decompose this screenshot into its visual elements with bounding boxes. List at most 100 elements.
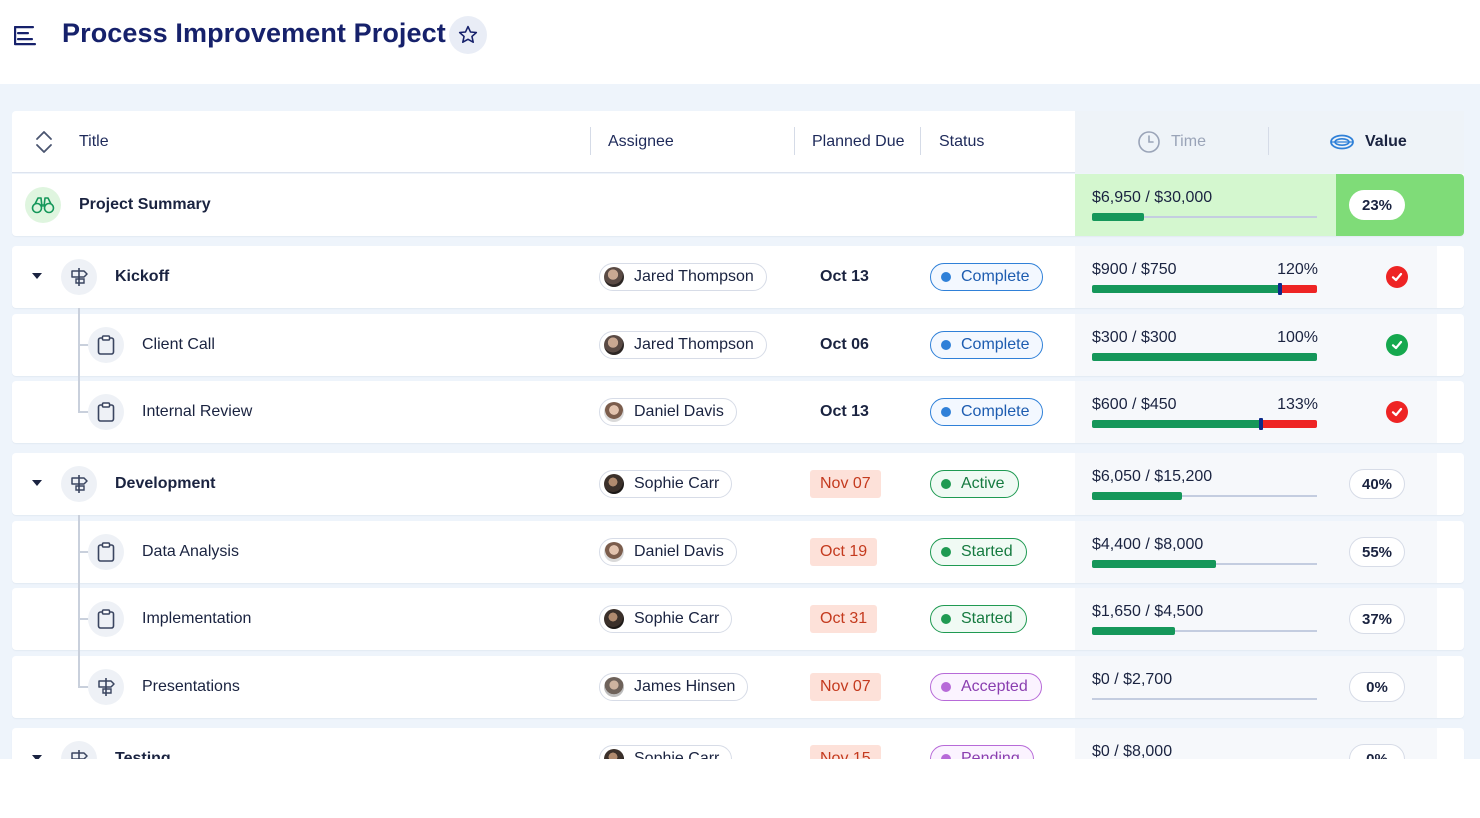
summary-progress-bar bbox=[1092, 213, 1317, 221]
status-dot-icon bbox=[941, 547, 951, 557]
value-percent-pill: 0% bbox=[1349, 744, 1405, 759]
task-row-client-call[interactable]: Client Call Jared Thompson Oct 06 Complete $… bbox=[12, 308, 1464, 378]
column-divider bbox=[794, 127, 795, 155]
status-dot-icon bbox=[941, 272, 951, 282]
task-row-presentations[interactable]: Presentations James Hinsen Nov 07 Accepted $… bbox=[12, 650, 1464, 718]
check-circle-icon bbox=[1386, 334, 1408, 356]
row-title[interactable]: Testing bbox=[115, 728, 171, 759]
assignee-chip[interactable]: Sophie Carr bbox=[599, 605, 733, 633]
status-badge[interactable]: Active bbox=[930, 470, 1019, 498]
signpost-icon bbox=[61, 466, 97, 502]
time-progress-bar bbox=[1092, 627, 1317, 635]
task-row-kickoff[interactable]: Kickoff Jared Thompson Oct 13 Complete $900 … bbox=[12, 246, 1464, 308]
avatar bbox=[604, 677, 624, 697]
column-value[interactable]: Value bbox=[1329, 111, 1407, 173]
assignee-chip[interactable]: Jared Thompson bbox=[599, 331, 767, 359]
row-title[interactable]: Data Analysis bbox=[142, 521, 239, 583]
clipboard-icon bbox=[88, 601, 124, 637]
status-badge[interactable]: Complete bbox=[930, 263, 1044, 291]
page-footer-area bbox=[0, 759, 1480, 818]
assignee-chip[interactable]: Sophie Carr bbox=[599, 470, 733, 498]
avatar bbox=[604, 749, 624, 759]
row-title[interactable]: Implementation bbox=[142, 588, 251, 650]
row-title[interactable]: Presentations bbox=[142, 656, 240, 718]
expand-toggle-icon[interactable] bbox=[32, 480, 42, 486]
assignee-name: Sophie Carr bbox=[634, 610, 720, 627]
time-sep: / bbox=[1132, 329, 1137, 346]
status-label: Started bbox=[961, 610, 1013, 627]
clipboard-icon bbox=[88, 327, 124, 363]
favorite-button[interactable] bbox=[449, 16, 487, 54]
task-row-internal-review[interactable]: Internal Review Daniel Davis Oct 13 Complet… bbox=[12, 375, 1464, 443]
time-sep: / bbox=[1132, 396, 1137, 413]
assignee-chip[interactable]: Daniel Davis bbox=[599, 398, 737, 426]
summary-amount: $6,950 bbox=[1092, 189, 1141, 206]
due-date[interactable]: Oct 13 bbox=[810, 263, 879, 291]
due-date-overdue[interactable]: Nov 15 bbox=[810, 745, 881, 759]
check-circle-icon bbox=[1386, 401, 1408, 423]
task-row-data-analysis[interactable]: Data Analysis Daniel Davis Oct 19 Started $4… bbox=[12, 515, 1464, 585]
value-percent-pill: 0% bbox=[1349, 672, 1405, 702]
assignee-chip[interactable]: Sophie Carr bbox=[599, 745, 733, 759]
status-badge[interactable]: Pending bbox=[930, 745, 1034, 759]
assignee-name: Daniel Davis bbox=[634, 403, 724, 420]
progress-fill bbox=[1092, 492, 1182, 500]
time-sep: / bbox=[1145, 536, 1150, 553]
star-icon bbox=[458, 25, 478, 44]
row-title[interactable]: Kickoff bbox=[115, 246, 169, 308]
status-badge[interactable]: Started bbox=[930, 538, 1027, 566]
time-budget: $450 bbox=[1140, 396, 1177, 413]
page-title: Process Improvement Project bbox=[62, 18, 446, 48]
status-badge[interactable]: Accepted bbox=[930, 673, 1042, 701]
time-amount: $900 bbox=[1092, 261, 1128, 278]
status-label: Accepted bbox=[961, 678, 1028, 695]
assignee-chip[interactable]: James Hinsen bbox=[599, 673, 749, 701]
column-time[interactable]: Time bbox=[1137, 111, 1206, 173]
progress-overrun bbox=[1279, 285, 1317, 293]
avatar bbox=[604, 402, 624, 422]
assignee-chip[interactable]: Daniel Davis bbox=[599, 538, 737, 566]
clipboard-icon bbox=[88, 534, 124, 570]
outline-menu-icon[interactable] bbox=[12, 22, 40, 48]
due-date-overdue[interactable]: Nov 07 bbox=[810, 673, 881, 701]
status-badge[interactable]: Complete bbox=[930, 331, 1044, 359]
task-row-development[interactable]: Development Sophie Carr Nov 07 Active $6,050… bbox=[12, 453, 1464, 515]
avatar bbox=[604, 335, 624, 355]
status-badge[interactable]: Complete bbox=[930, 398, 1044, 426]
task-row-testing[interactable]: Testing Sophie Carr Nov 15 Pending $0 / $8,0… bbox=[12, 728, 1464, 759]
top-bar: Process Improvement Project bbox=[0, 0, 1480, 84]
row-title[interactable]: Internal Review bbox=[142, 381, 252, 443]
project-summary-row[interactable]: Project Summary $6,950 / $30,000 23% bbox=[12, 174, 1464, 236]
column-planned-due[interactable]: Planned Due bbox=[812, 111, 905, 173]
time-budget: $300 bbox=[1140, 329, 1177, 346]
column-status[interactable]: Status bbox=[939, 111, 984, 173]
status-dot-icon bbox=[941, 479, 951, 489]
summary-time-text: $6,950 / $30,000 bbox=[1092, 189, 1212, 207]
assignee-chip[interactable]: Jared Thompson bbox=[599, 263, 767, 291]
sort-toggle-icon bbox=[36, 131, 52, 153]
summary-budget: $30,000 bbox=[1154, 189, 1213, 206]
due-date-overdue[interactable]: Nov 07 bbox=[810, 470, 881, 498]
column-assignee[interactable]: Assignee bbox=[608, 111, 674, 173]
summary-progress-fill bbox=[1092, 213, 1144, 221]
assignee-name: James Hinsen bbox=[634, 678, 736, 695]
due-date-overdue[interactable]: Oct 31 bbox=[810, 605, 878, 633]
due-date[interactable]: Oct 13 bbox=[810, 398, 879, 426]
time-sep: / bbox=[1132, 261, 1137, 278]
progress-fill bbox=[1092, 353, 1317, 361]
tree-line bbox=[78, 308, 80, 378]
sort-toggle[interactable] bbox=[34, 111, 54, 173]
expand-toggle-icon[interactable] bbox=[32, 273, 42, 279]
due-date-overdue[interactable]: Oct 19 bbox=[810, 538, 878, 566]
tree-line bbox=[78, 582, 80, 652]
task-row-implementation[interactable]: Implementation Sophie Carr Oct 31 Started $1… bbox=[12, 582, 1464, 652]
status-badge[interactable]: Started bbox=[930, 605, 1027, 633]
time-percent: 100% bbox=[1277, 329, 1318, 346]
row-title[interactable]: Development bbox=[115, 453, 215, 515]
progress-overrun bbox=[1261, 420, 1317, 428]
due-date[interactable]: Oct 06 bbox=[810, 331, 879, 359]
column-divider bbox=[1268, 127, 1269, 155]
column-title[interactable]: Title bbox=[79, 111, 109, 173]
time-spent-text: $0 / $2,700 bbox=[1092, 671, 1172, 689]
row-title[interactable]: Client Call bbox=[142, 314, 215, 376]
